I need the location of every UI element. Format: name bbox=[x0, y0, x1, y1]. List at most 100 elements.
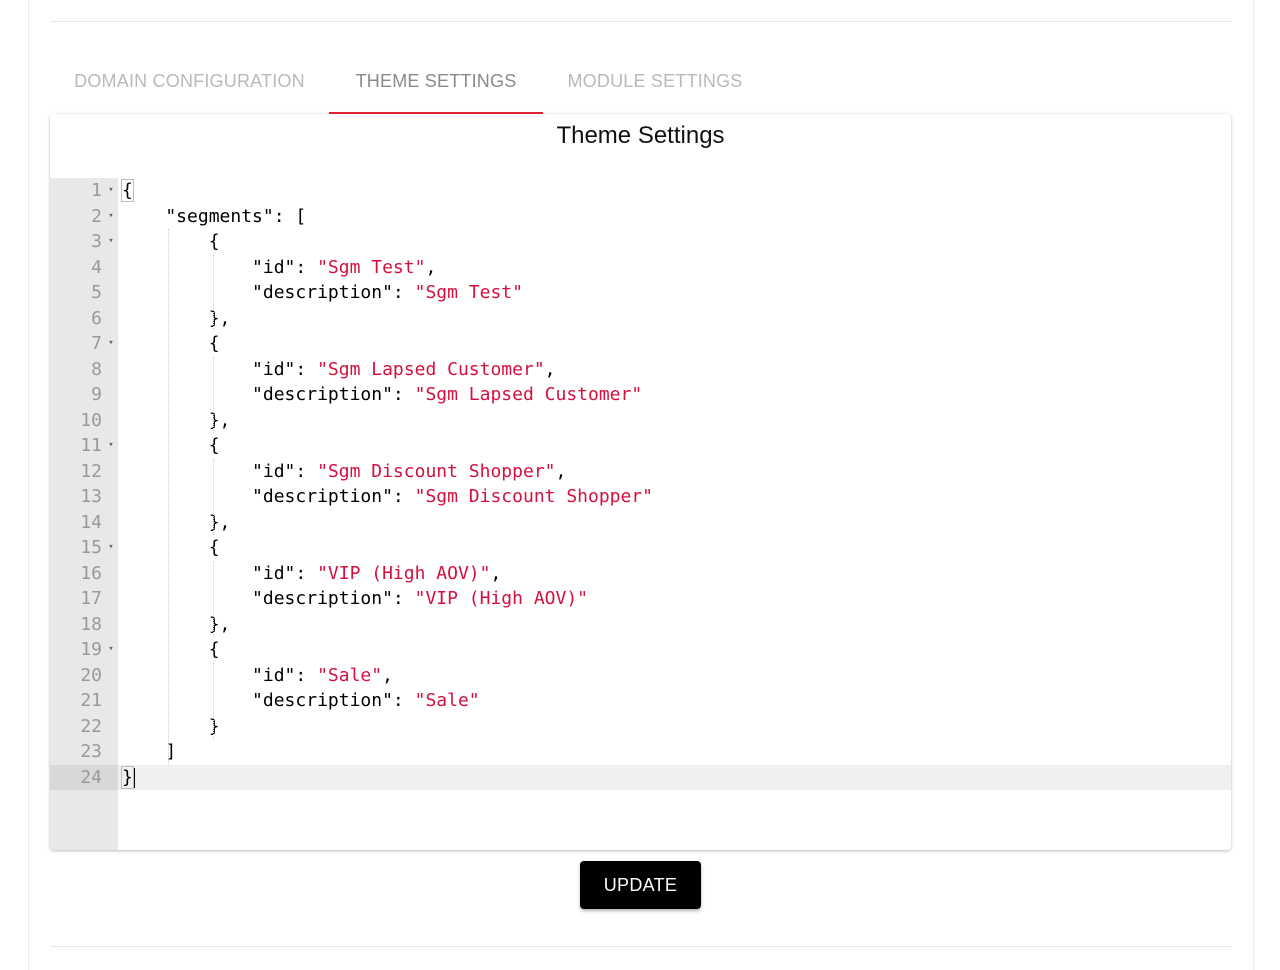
code-line[interactable]: 22 } bbox=[50, 714, 1231, 740]
code-token: }, bbox=[122, 613, 231, 635]
fold-arrow-icon[interactable]: ▾ bbox=[107, 204, 115, 230]
fold-arrow-icon[interactable]: ▾ bbox=[107, 229, 115, 255]
code-token: "id": bbox=[122, 562, 318, 584]
code-text: "segments": [ bbox=[122, 204, 306, 230]
code-text: "id": "Sgm Discount Shopper", bbox=[122, 459, 566, 485]
code-line[interactable]: 5 "description": "Sgm Test" bbox=[50, 280, 1231, 306]
indent-guide bbox=[213, 254, 214, 331]
code-text: { bbox=[122, 637, 220, 663]
line-number: 12 bbox=[80, 460, 102, 482]
code-text: "description": "Sgm Test" bbox=[122, 280, 523, 306]
code-line[interactable]: 20 "id": "Sale", bbox=[50, 663, 1231, 689]
string-token: "Sgm Lapsed Customer" bbox=[317, 358, 545, 380]
code-text: { bbox=[122, 535, 220, 561]
code-text: "id": "Sgm Test", bbox=[122, 255, 436, 281]
code-token: } bbox=[121, 765, 134, 789]
code-line[interactable]: 16 "id": "VIP (High AOV)", bbox=[50, 561, 1231, 587]
code-text: { bbox=[122, 331, 220, 357]
code-text: { bbox=[122, 433, 220, 459]
string-token: "Sgm Discount Shopper" bbox=[414, 486, 654, 507]
code-text: }, bbox=[122, 612, 231, 638]
code-line[interactable]: 1 ▾{ bbox=[50, 178, 1231, 204]
code-line[interactable]: 13 "description": "Sgm Discount Shopper" bbox=[50, 484, 1231, 510]
tab-module-settings[interactable]: MODULE SETTINGS bbox=[543, 58, 767, 114]
code-line[interactable]: 3 ▾ { bbox=[50, 229, 1231, 255]
line-number: 13 bbox=[80, 486, 102, 507]
code-token: "id": bbox=[122, 664, 318, 686]
line-number: 22 bbox=[80, 715, 102, 737]
code-token: , bbox=[555, 460, 567, 482]
code-line[interactable]: 4 "id": "Sgm Test", bbox=[50, 255, 1231, 281]
code-token: { bbox=[122, 639, 220, 660]
code-line[interactable]: 7 ▾ { bbox=[50, 331, 1231, 357]
code-text: "description": "VIP (High AOV)" bbox=[122, 586, 588, 612]
code-line[interactable]: 2 ▾ "segments": [ bbox=[50, 204, 1231, 230]
code-line[interactable]: 21 "description": "Sale" bbox=[50, 688, 1231, 714]
fold-arrow-icon[interactable]: ▾ bbox=[107, 433, 115, 459]
line-number: 24 bbox=[50, 764, 118, 790]
string-token: "Sgm Lapsed Customer" bbox=[414, 384, 643, 405]
code-text: }, bbox=[122, 306, 231, 332]
settings-tabs: DOMAIN CONFIGURATION THEME SETTINGS MODU… bbox=[50, 58, 767, 114]
string-token: "VIP (High AOV)" bbox=[414, 588, 588, 609]
update-button[interactable]: UPDATE bbox=[580, 861, 701, 909]
code-token: "id": bbox=[122, 358, 318, 380]
tab-theme-settings[interactable]: THEME SETTINGS bbox=[329, 58, 543, 114]
indent-guide bbox=[213, 356, 214, 433]
code-text: { bbox=[122, 229, 220, 255]
indent-guide bbox=[213, 458, 214, 535]
string-token: "Sgm Discount Shopper" bbox=[317, 460, 556, 482]
code-text: }, bbox=[122, 510, 231, 536]
code-line[interactable]: 15 ▾ { bbox=[50, 535, 1231, 561]
code-token: }, bbox=[122, 409, 231, 431]
code-line[interactable]: 18 }, bbox=[50, 612, 1231, 638]
code-token: , bbox=[382, 664, 393, 686]
code-line[interactable]: 10 }, bbox=[50, 408, 1231, 434]
fold-arrow-icon[interactable]: ▾ bbox=[107, 637, 115, 663]
text-caret bbox=[133, 767, 135, 788]
code-line[interactable]: 23 ] bbox=[50, 739, 1231, 765]
line-number: 10 bbox=[80, 409, 102, 431]
code-line[interactable]: 8 "id": "Sgm Lapsed Customer", bbox=[50, 357, 1231, 383]
line-number: 16 bbox=[80, 562, 102, 584]
code-line[interactable]: 6 }, bbox=[50, 306, 1231, 332]
line-number: 9 bbox=[91, 384, 102, 405]
json-editor[interactable]: 1 ▾{2 ▾ "segments": [3 ▾ {4 "id": "Sgm Test… bbox=[50, 178, 1231, 850]
line-number: 4 bbox=[91, 256, 102, 278]
string-token: "Sgm Test" bbox=[317, 256, 426, 278]
indent-guide bbox=[213, 662, 214, 739]
code-line[interactable]: 24} bbox=[50, 764, 1231, 790]
code-token: "description": bbox=[122, 282, 415, 303]
code-line[interactable]: 11 ▾ { bbox=[50, 433, 1231, 459]
code-line[interactable]: 14 }, bbox=[50, 510, 1231, 536]
string-token: "Sale" bbox=[414, 690, 480, 711]
panel-title: Theme Settings bbox=[556, 122, 725, 149]
line-number: 18 bbox=[80, 613, 102, 635]
code-token: { bbox=[122, 537, 220, 558]
code-token: "id": bbox=[122, 460, 318, 482]
code-token: "description": bbox=[122, 588, 415, 609]
code-token: }, bbox=[122, 307, 231, 329]
code-token: { bbox=[121, 179, 134, 202]
string-token: "Sgm Test" bbox=[414, 282, 523, 303]
code-line[interactable]: 19 ▾ { bbox=[50, 637, 1231, 663]
line-number: 21 bbox=[80, 690, 102, 711]
theme-settings-panel: Theme Settings 1 ▾{2 ▾ "segments": [3 ▾ {4 … bbox=[50, 114, 1231, 850]
line-number: 8 bbox=[91, 358, 102, 380]
fold-arrow-icon[interactable]: ▾ bbox=[107, 535, 115, 561]
code-token: "description": bbox=[122, 384, 415, 405]
tab-domain-configuration[interactable]: DOMAIN CONFIGURATION bbox=[50, 58, 329, 114]
code-line[interactable]: 17 "description": "VIP (High AOV)" bbox=[50, 586, 1231, 612]
code-token: } bbox=[122, 715, 220, 737]
top-divider bbox=[50, 21, 1232, 22]
fold-arrow-icon[interactable]: ▾ bbox=[107, 178, 115, 204]
string-token: "VIP (High AOV)" bbox=[317, 562, 491, 584]
code-token: "segments": [ bbox=[122, 205, 307, 227]
fold-arrow-icon[interactable]: ▾ bbox=[107, 331, 115, 357]
code-line[interactable]: 9 "description": "Sgm Lapsed Customer" bbox=[50, 382, 1231, 408]
bottom-divider bbox=[50, 946, 1232, 947]
code-line[interactable]: 12 "id": "Sgm Discount Shopper", bbox=[50, 459, 1231, 485]
code-token: }, bbox=[122, 511, 231, 533]
code-text: "id": "VIP (High AOV)", bbox=[122, 561, 501, 587]
code-token: { bbox=[122, 231, 220, 252]
